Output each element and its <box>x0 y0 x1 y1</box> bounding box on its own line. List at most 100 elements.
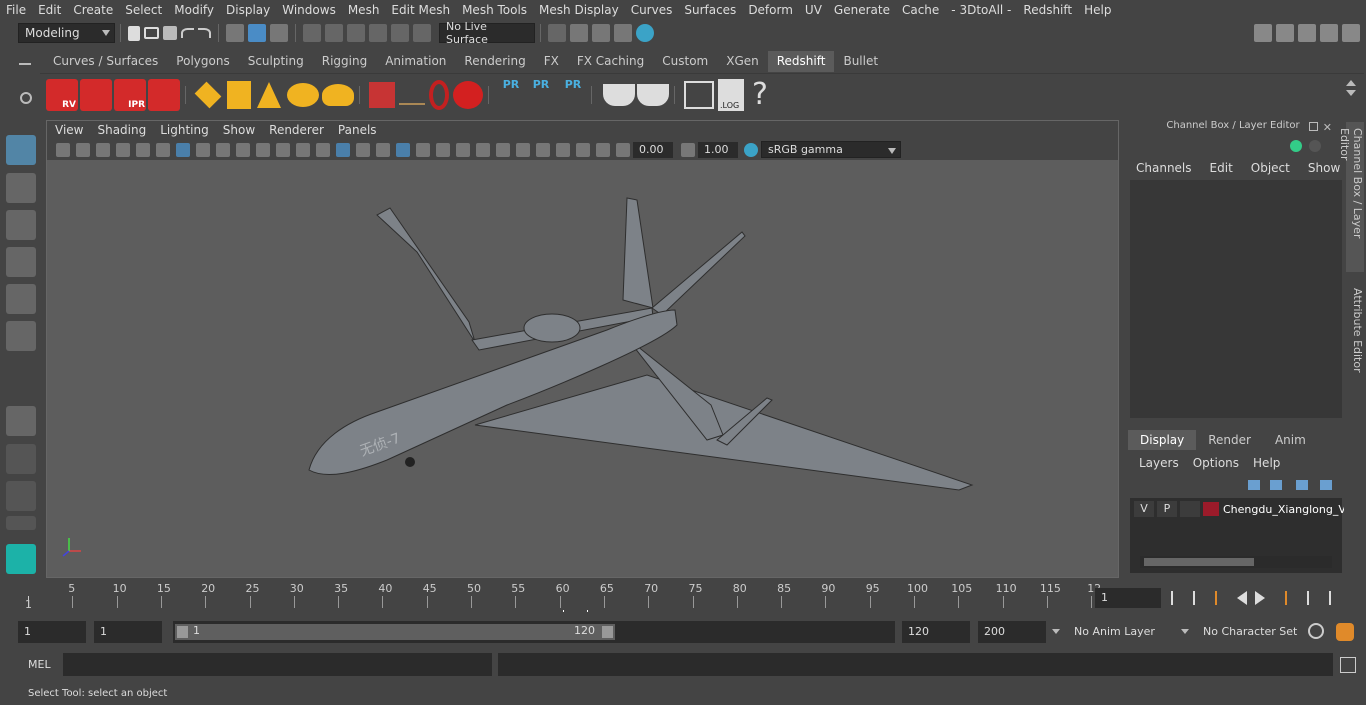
color-management-icon[interactable] <box>744 142 758 157</box>
hair-icon[interactable] <box>399 85 425 105</box>
outliner-layout-icon[interactable] <box>6 481 36 511</box>
options-menu[interactable]: Options <box>1193 456 1239 470</box>
viewport-menu-renderer[interactable]: Renderer <box>262 123 331 137</box>
viewport-menu-panels[interactable]: Panels <box>331 123 384 137</box>
tab-display[interactable]: Display <box>1128 430 1197 450</box>
menu-edit-mesh[interactable]: Edit Mesh <box>385 3 456 17</box>
bake-set-icon[interactable] <box>637 83 669 106</box>
tool-settings-toggle-icon[interactable] <box>1320 24 1338 42</box>
exposure-field[interactable]: 0.00 <box>633 141 673 158</box>
shadows-icon[interactable] <box>436 142 450 157</box>
tab-redshift[interactable]: Redshift <box>767 51 835 72</box>
mel-label[interactable]: MEL <box>28 658 51 671</box>
menu-curves[interactable]: Curves <box>625 3 679 17</box>
menu-redshift[interactable]: Redshift <box>1017 3 1078 17</box>
sun-sky-icon[interactable] <box>322 83 354 106</box>
layer-color-swatch[interactable] <box>1203 502 1219 516</box>
open-scene-icon[interactable] <box>144 27 159 39</box>
step-back-frame-icon[interactable] <box>1215 591 1229 605</box>
tab-rigging[interactable]: Rigging <box>312 51 377 72</box>
volume-icon[interactable] <box>429 79 449 110</box>
menu-mesh[interactable]: Mesh <box>342 3 386 17</box>
render-settings-icon[interactable] <box>614 24 632 42</box>
channel-options-icon[interactable] <box>1290 140 1302 152</box>
colorspace-dropdown[interactable]: sRGB gamma <box>761 141 901 158</box>
chevron-down-icon[interactable] <box>1181 629 1189 634</box>
save-scene-icon[interactable] <box>163 26 177 40</box>
render-settings-shelf-icon[interactable] <box>148 78 180 111</box>
menu-edit[interactable]: Edit <box>32 3 67 17</box>
scroll-up-icon[interactable] <box>1346 80 1356 86</box>
time-slider[interactable]: 1 51015202530354045505560657075808590951… <box>18 580 1101 611</box>
spot-light-icon[interactable] <box>257 81 281 108</box>
play-backward-icon[interactable] <box>1237 591 1247 605</box>
make-live-icon[interactable] <box>413 24 431 42</box>
isolate-select-icon[interactable] <box>536 142 550 157</box>
new-layer-icon[interactable] <box>1296 480 1308 490</box>
layer-visibility-toggle[interactable]: V <box>1134 501 1154 517</box>
xray-active-icon[interactable] <box>596 142 610 157</box>
select-component-icon[interactable] <box>270 24 288 42</box>
layer-help-menu[interactable]: Help <box>1253 456 1280 470</box>
xray-joints-icon[interactable] <box>576 142 590 157</box>
tab-attribute-editor[interactable]: Attribute Editor <box>1346 282 1364 382</box>
tab-curves-surfaces[interactable]: Curves / Surfaces <box>44 51 168 72</box>
gamma-field[interactable]: 1.00 <box>698 141 738 158</box>
layout-toggle-icon[interactable] <box>6 516 36 530</box>
end-frame-field[interactable]: 200 <box>978 621 1046 643</box>
tab-fx[interactable]: FX <box>534 51 568 72</box>
move-tool-icon[interactable] <box>6 247 36 277</box>
render-view-icon[interactable]: RV <box>46 78 78 111</box>
viewport-menu-view[interactable]: View <box>48 123 90 137</box>
xray-icon[interactable] <box>556 142 570 157</box>
move-layer-up-icon[interactable] <box>1248 480 1260 490</box>
go-to-end-icon[interactable] <box>1317 591 1331 605</box>
wireframe-icon[interactable] <box>316 142 330 157</box>
single-perspective-layout-icon[interactable] <box>6 406 36 436</box>
field-chart-icon[interactable] <box>256 142 270 157</box>
viewport-menu-show[interactable]: Show <box>216 123 262 137</box>
menu-display[interactable]: Display <box>220 3 276 17</box>
safe-action-icon[interactable] <box>276 142 290 157</box>
anim-layer-dropdown[interactable]: No Anim Layer <box>1066 621 1178 643</box>
snap-projected-icon[interactable] <box>369 24 387 42</box>
object-menu[interactable]: Object <box>1251 161 1290 175</box>
undo-icon[interactable] <box>181 28 194 38</box>
chevron-down-icon[interactable] <box>1052 629 1060 634</box>
tab-xgen[interactable]: XGen <box>717 51 768 72</box>
anti-aliasing-icon[interactable] <box>496 142 510 157</box>
layers-menu[interactable]: Layers <box>1139 456 1179 470</box>
default-material-icon[interactable] <box>356 142 370 157</box>
layer-playback-toggle[interactable]: P <box>1157 501 1177 517</box>
edit-menu[interactable]: Edit <box>1210 161 1233 175</box>
tab-polygons[interactable]: Polygons <box>167 51 239 72</box>
bookmark-icon[interactable] <box>96 142 110 157</box>
float-panel-icon[interactable] <box>1309 122 1318 131</box>
post-effects-icon[interactable]: PR <box>498 78 524 112</box>
wireframe-on-shaded-icon[interactable] <box>376 142 390 157</box>
shelf-menu-icon[interactable] <box>19 63 31 65</box>
shelf-scroll-arrows[interactable] <box>1344 80 1358 108</box>
textured-icon[interactable] <box>396 142 410 157</box>
range-start-handle[interactable] <box>177 626 188 638</box>
dome-light-icon[interactable] <box>287 82 319 107</box>
grid-icon[interactable] <box>176 142 190 157</box>
new-scene-icon[interactable] <box>128 25 140 41</box>
show-menu[interactable]: Show <box>1308 161 1340 175</box>
select-object-icon[interactable] <box>248 24 266 42</box>
snap-grid-icon[interactable] <box>303 24 321 42</box>
pan-zoom-icon[interactable] <box>136 142 150 157</box>
tab-bullet[interactable]: Bullet <box>834 51 888 72</box>
menu-file[interactable]: File <box>0 3 32 17</box>
snap-view-plane-icon[interactable] <box>391 24 409 42</box>
playback-end-field[interactable]: 120 <box>902 621 970 643</box>
range-slider[interactable]: 1 120 <box>173 621 895 643</box>
use-all-lights-icon[interactable] <box>416 142 430 157</box>
layer-row[interactable]: V P Chengdu_Xianglong_V <box>1134 500 1346 518</box>
menu-cache[interactable]: Cache <box>896 3 945 17</box>
snap-point-icon[interactable] <box>347 24 365 42</box>
material-icon[interactable] <box>453 80 483 109</box>
menu-generate[interactable]: Generate <box>828 3 896 17</box>
hypershade-icon[interactable] <box>636 24 654 42</box>
modeling-toolkit-icon[interactable] <box>1276 24 1294 42</box>
